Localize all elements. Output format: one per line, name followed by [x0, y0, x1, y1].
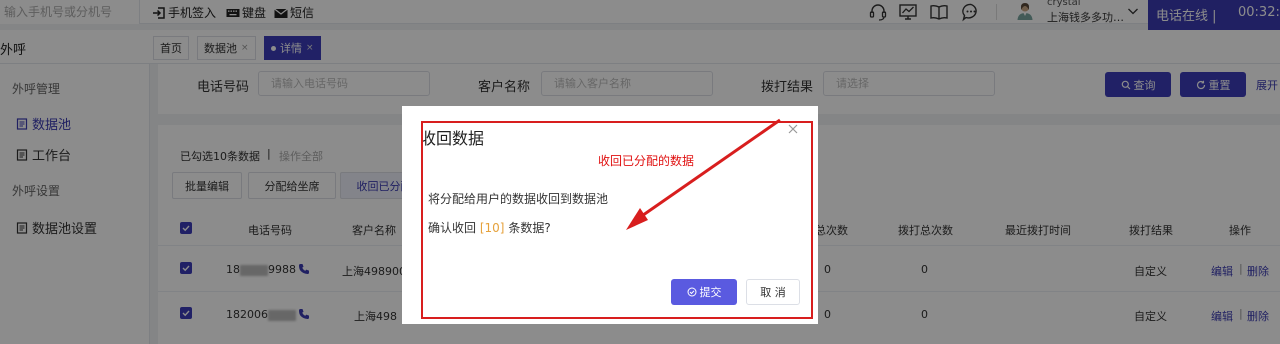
- check-circle-icon: [687, 287, 696, 297]
- confirm-suffix: 条数据?: [508, 221, 551, 235]
- dialog-title: 收回数据: [420, 129, 485, 148]
- cancel-button[interactable]: 取 消: [746, 279, 800, 305]
- recall-count: [10]: [479, 221, 505, 235]
- dialog-confirm-text: 确认收回 [10] 条数据?: [428, 219, 551, 236]
- recall-data-dialog: 收回数据 将分配给用户的数据收回到数据池 确认收回 [10] 条数据? 提交 取…: [402, 106, 818, 324]
- annotation-text: 收回已分配的数据: [598, 154, 695, 168]
- confirm-prefix: 确认收回: [428, 221, 477, 235]
- close-icon[interactable]: [787, 123, 799, 135]
- submit-button-label: 提交: [699, 286, 722, 299]
- submit-button[interactable]: 提交: [671, 279, 737, 305]
- dialog-message: 将分配给用户的数据收回到数据池: [428, 192, 609, 206]
